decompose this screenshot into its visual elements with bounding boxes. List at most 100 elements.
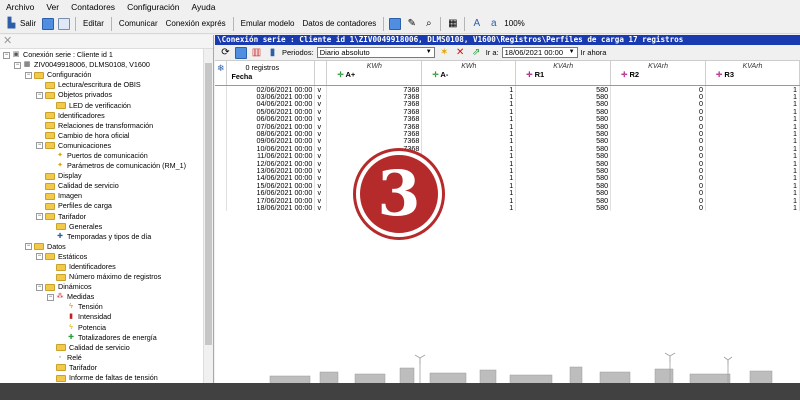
tree-node[interactable]: Identificadores	[0, 262, 213, 272]
collapse-icon[interactable]: −	[25, 71, 32, 79]
table-row[interactable]: 17/06/2021 00:00v7368158001	[215, 196, 800, 204]
tree-node[interactable]: ✚ Totalizadores de energía	[0, 333, 213, 343]
tree-node[interactable]: Identificadores	[0, 111, 213, 121]
tree-node[interactable]: Cambio de hora oficial	[0, 131, 213, 141]
tree-node[interactable]: ▮ Intensidad	[0, 312, 213, 322]
tree-scrollbar[interactable]	[203, 49, 213, 383]
delete-icon[interactable]: ✕	[454, 47, 467, 59]
express-connection-button[interactable]: Conexión exprés	[164, 18, 228, 29]
table-view-icon[interactable]	[235, 46, 247, 59]
column-header-r2[interactable]: KVArh ✛ R2	[610, 61, 707, 86]
tree-node[interactable]: ✦ Parámetros de comunicación (RM_1)	[0, 161, 213, 171]
table-row[interactable]: 08/06/2021 00:00 v 7368 1 580 0 1	[215, 129, 800, 138]
communicate-button[interactable]: Comunicar	[117, 18, 160, 29]
tree-node[interactable]: − Datos	[0, 242, 213, 252]
tree-node[interactable]: ✚ Temporadas y tipos de día	[0, 232, 213, 242]
tree-node[interactable]: Calidad de servicio	[0, 181, 213, 191]
tree-node[interactable]: − Tarifador	[0, 212, 213, 222]
close-icon[interactable]: ✕	[3, 35, 12, 47]
table-row[interactable]: 11/06/2021 00:00v7368158001	[215, 152, 800, 160]
table-row[interactable]: 04/06/2021 00:00 v 7368 1 580 0 1	[215, 100, 800, 108]
collapse-icon[interactable]: −	[36, 283, 43, 291]
table-row[interactable]: 13/06/2021 00:00v7368158001	[215, 166, 800, 175]
menu-contadores[interactable]: Contadores	[71, 2, 115, 12]
column-header-a-minus[interactable]: KWh ✛ A-	[421, 61, 517, 86]
column-header-r3[interactable]: KVArh ✛ R3	[705, 61, 800, 86]
column-unit: KVArh	[553, 63, 574, 70]
tree-node[interactable]: − Comunicaciones	[0, 141, 213, 151]
calculator-icon[interactable]: ▦	[446, 18, 459, 30]
table-row[interactable]: 07/06/2021 00:00 v 7368 1 580 0 1	[215, 122, 800, 130]
refresh-icon[interactable]: ⟳	[219, 47, 232, 59]
search-icon[interactable]: ⌕	[422, 18, 435, 30]
edit-button[interactable]: Editar	[81, 18, 106, 29]
collapse-icon[interactable]: −	[14, 61, 21, 69]
tree-node[interactable]: LED de verificación	[0, 100, 213, 110]
tree-node[interactable]: Imagen	[0, 191, 213, 201]
grid-corner[interactable]: ❄	[215, 61, 228, 86]
collapse-icon[interactable]: −	[3, 51, 10, 59]
table-row[interactable]: 18/06/2021 00:00v7368158001	[215, 204, 800, 212]
table-row[interactable]: 05/06/2021 00:00 v 7368 1 580 0 1	[215, 107, 800, 116]
table-row[interactable]: 09/06/2021 00:00 v 7368 1 580 0 1	[215, 137, 800, 145]
date-column-header[interactable]: 0 registros Fecha	[226, 61, 316, 86]
table-row[interactable]: 03/06/2021 00:00 v 7368 1 580 0 1	[215, 92, 800, 101]
tree-node[interactable]: − Dinámicos	[0, 282, 213, 292]
collapse-icon[interactable]: −	[36, 213, 43, 221]
tree-node[interactable]: ◦ Relé	[0, 353, 213, 363]
table-row[interactable]: 16/06/2021 00:00v7368158001	[215, 189, 800, 197]
tree-node[interactable]: Relaciones de transformación	[0, 121, 213, 131]
star-icon[interactable]: ✶	[438, 47, 451, 59]
collapse-icon[interactable]: −	[36, 142, 43, 150]
menu-configuracion[interactable]: Configuración	[127, 2, 179, 12]
tree-node[interactable]: Calidad de servicio	[0, 343, 213, 353]
wrench-icon[interactable]: ✎	[405, 18, 418, 30]
tree-node[interactable]: Lectura/escritura de OBIS	[0, 80, 213, 90]
table-row[interactable]: 12/06/2021 00:00v7368158001	[215, 159, 800, 167]
period-select[interactable]: Diario absoluto ▼	[316, 47, 435, 58]
chart-view-icon[interactable]: ▥	[250, 47, 263, 59]
tree-node[interactable]: − ⁂ Medidas	[0, 292, 213, 302]
column-header-r1[interactable]: KVArh ✛ R1	[515, 61, 612, 86]
collapse-icon[interactable]: −	[36, 91, 43, 99]
table-row[interactable]: 14/06/2021 00:00v7368158001	[215, 174, 800, 182]
menu-ver[interactable]: Ver	[46, 2, 59, 12]
tree-node[interactable]: Tarifador	[0, 363, 213, 373]
exit-button[interactable]: ▙ Salir	[3, 17, 38, 31]
emulate-model-button[interactable]: Emular modelo	[239, 18, 297, 29]
tree-node[interactable]: − Configuración	[0, 70, 213, 80]
font-increase-icon[interactable]: A	[470, 18, 483, 30]
bar-chart-icon[interactable]: ▮	[266, 47, 279, 59]
goto-date-picker[interactable]: 18/06/2021 00:00 ▼	[501, 47, 578, 58]
tree-node[interactable]: Número máximo de registros	[0, 272, 213, 282]
tree-view-icon[interactable]	[42, 17, 55, 30]
tree-node[interactable]: − ▦ ZIV0049918006, DLMS0108, V1600	[0, 60, 213, 70]
split-view-icon[interactable]	[58, 17, 71, 30]
collapse-icon[interactable]: −	[47, 293, 54, 301]
table-row[interactable]: 06/06/2021 00:00 v 7368 1 580 0 1	[215, 115, 800, 123]
tree-scrollbar-thumb[interactable]	[205, 63, 212, 345]
meter-data-button[interactable]: Datos de contadores	[300, 18, 378, 29]
menu-archivo[interactable]: Archivo	[6, 2, 34, 12]
tree-node[interactable]: − ▣ Conexión serie : Cliente id 1	[0, 50, 213, 60]
tree-node[interactable]: ϟ Tensión	[0, 302, 213, 312]
collapse-icon[interactable]: −	[25, 243, 32, 251]
tree-node[interactable]: − Estáticos	[0, 252, 213, 262]
tree-node[interactable]: Display	[0, 171, 213, 181]
collapse-icon[interactable]: −	[36, 253, 43, 261]
table-row[interactable]: 15/06/2021 00:00v7368158001	[215, 181, 800, 190]
go-now-button[interactable]: Ir ahora	[581, 48, 607, 57]
tree-node[interactable]: Informe de faltas de tensión	[0, 373, 213, 383]
column-header-a-plus[interactable]: KWh ✛ A+	[326, 61, 423, 86]
table-row[interactable]: 10/06/2021 00:00 v 7368 1 580 0 1	[215, 144, 800, 153]
table-row[interactable]: 02/06/2021 00:00 v 7368 1 580 0 1	[215, 85, 800, 93]
tree-node[interactable]: − Objetos privados	[0, 90, 213, 100]
font-decrease-icon[interactable]: a	[487, 18, 500, 30]
meter-icon[interactable]	[389, 17, 402, 30]
menu-ayuda[interactable]: Ayuda	[192, 2, 216, 12]
tree-node[interactable]: Generales	[0, 222, 213, 232]
tree-node[interactable]: ✦ Puertos de comunicación	[0, 151, 213, 161]
export-icon[interactable]: ⇗	[470, 47, 483, 59]
tree-node[interactable]: ϟ Potencia	[0, 323, 213, 333]
tree-node[interactable]: Perfiles de carga	[0, 201, 213, 211]
